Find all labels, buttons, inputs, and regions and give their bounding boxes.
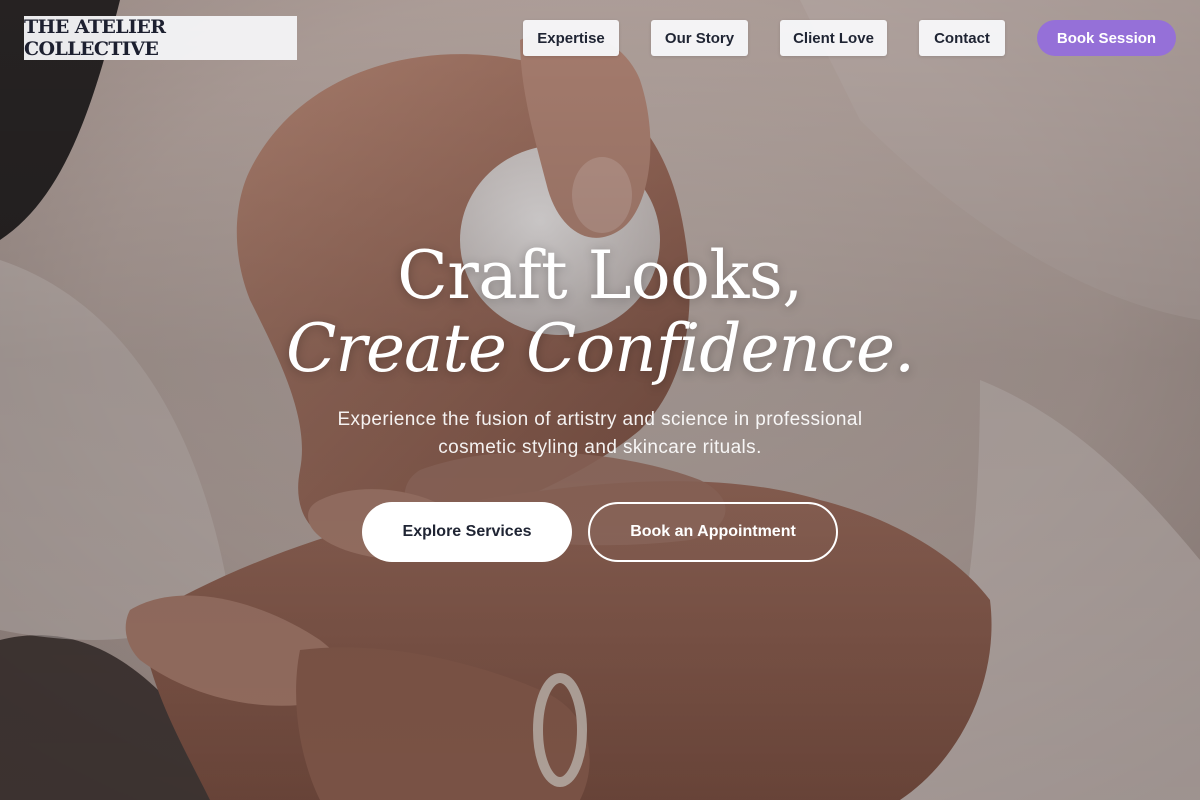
nav-client-love[interactable]: Client Love [780,20,887,56]
hero-subtext: Experience the fusion of artistry and sc… [337,409,863,458]
hero-overlay [0,0,1200,800]
book-session-button[interactable]: Book Session [1037,20,1176,56]
book-appointment-button[interactable]: Book an Appointment [588,502,838,562]
nav-our-story[interactable]: Our Story [651,20,748,56]
nav-expertise[interactable]: Expertise [523,20,619,56]
nav-contact[interactable]: Contact [919,20,1005,56]
explore-services-button[interactable]: Explore Services [362,502,572,562]
hero-headline-line2: Create Confidence. [285,310,915,387]
brand-logo[interactable]: THE ATELIER COLLECTIVE [24,16,297,60]
